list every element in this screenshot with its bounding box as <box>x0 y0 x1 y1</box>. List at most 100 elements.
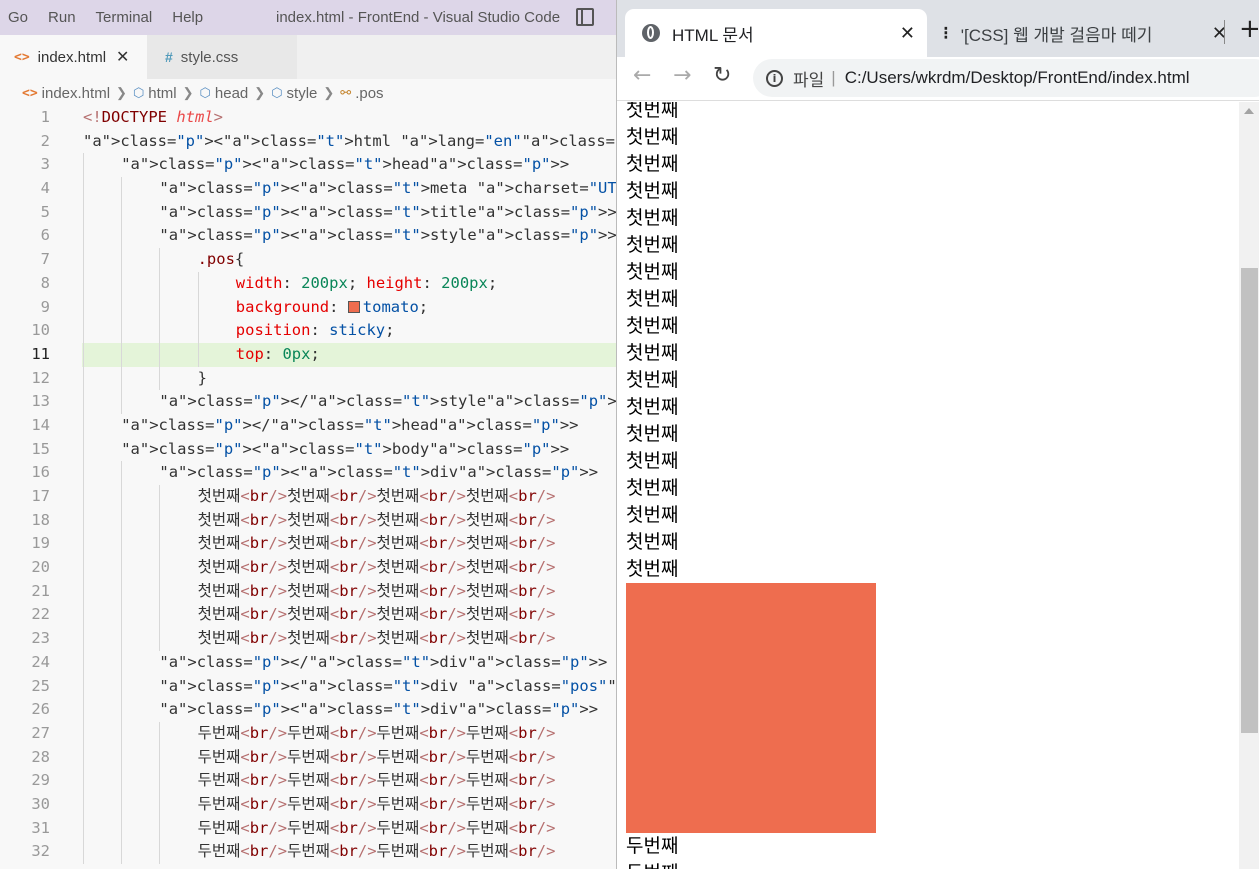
indent-guide <box>121 177 123 201</box>
breadcrumb-item[interactable]: html <box>148 85 176 102</box>
indent-guide <box>159 769 161 793</box>
page-viewport[interactable]: 첫번째 첫번째 첫번째 첫번째 첫번째 첫번째 첫번째 첫번째 첫번째 첫번째 첫번째 첫번째 첫번째 첫… <box>617 102 1259 869</box>
code-line[interactable]: 30 두번째<br/>두번째<br/>두번째<br/>두번째<br/> <box>0 792 616 817</box>
indent-guide <box>159 366 161 391</box>
page-text-line: 첫번째 <box>626 234 679 256</box>
code-line[interactable]: 20 첫번째<br/>첫번째<br/>첫번째<br/>첫번째<br/> <box>0 556 616 580</box>
code-text: "a">class="p"><"a">class="t">html "a">la… <box>83 131 616 150</box>
page-content: 첫번째 첫번째 첫번째 첫번째 첫번째 첫번째 첫번째 첫번째 첫번째 첫번째 첫번째 첫번째 첫번째 첫… <box>626 102 876 869</box>
indent-guide <box>159 319 161 343</box>
scroll-up-arrow-icon[interactable] <box>1244 108 1254 114</box>
indent-guide <box>83 461 84 485</box>
code-line[interactable]: 4 "a">class="p"><"a">class="t">meta "a">c… <box>0 177 616 201</box>
indent-guide <box>121 508 123 533</box>
code-line[interactable]: 7 .pos{ <box>0 248 616 272</box>
code-text: 첫번째<br/>첫번째<br/>첫번째<br/>첫번째<br/> <box>197 629 556 648</box>
browser-tab-active[interactable]: HTML 문서 ✕ <box>625 9 927 57</box>
indent-guide <box>83 532 84 557</box>
indent-guide <box>83 342 84 367</box>
code-line[interactable]: 13 "a">class="p"></"a">class="t">style"a"… <box>0 390 616 414</box>
code-line[interactable]: 8 width: 200px; height: 200px; <box>0 271 616 296</box>
code-line[interactable]: 1 <!DOCTYPE html> <box>0 106 616 130</box>
code-line[interactable]: 16 "a">class="p"><"a">class="t">div"a">cl… <box>0 461 616 485</box>
indent-guide <box>83 579 84 604</box>
code-line[interactable]: 2 "a">class="p"><"a">class="t">html "a">l… <box>0 130 616 154</box>
code-line[interactable]: 3 "a">class="p"><"a">class="t">head"a">cl… <box>0 153 616 178</box>
code-line[interactable]: 12} <box>0 366 616 391</box>
line-number: 22 <box>31 605 50 624</box>
code-text: 두번째<br/>두번째<br/>두번째<br/>두번째<br/> <box>197 818 556 837</box>
line-number: 30 <box>31 794 50 813</box>
vertical-scrollbar[interactable] <box>1239 102 1259 869</box>
code-line[interactable]: 31 두번째<br/>두번째<br/>두번째<br/>두번째<br/> <box>0 816 616 841</box>
tab-divider <box>1224 20 1225 44</box>
code-line[interactable]: 21 첫번째<br/>첫번째<br/>첫번째<br/>첫번째<br/> <box>0 579 616 604</box>
code-line[interactable]: 28 두번째<br/>두번째<br/>두번째<br/>두번째<br/> <box>0 745 616 770</box>
indent-guide <box>83 271 84 296</box>
code-line[interactable]: 9 background: tomato; <box>0 295 616 320</box>
page-text-line: 첫번째 <box>626 288 679 310</box>
indent-guide <box>197 295 199 320</box>
code-text: "a">class="p"><"a">class="t">body"a">cla… <box>121 439 570 458</box>
line-number: 4 <box>40 179 50 198</box>
code-line[interactable]: 10 position: sticky; <box>0 319 616 343</box>
line-number: 2 <box>40 131 50 150</box>
breadcrumb-item[interactable]: style <box>287 85 318 102</box>
menu-help[interactable]: Help <box>164 9 215 26</box>
menu-go[interactable]: Go <box>0 9 40 26</box>
indent-guide <box>121 579 123 604</box>
tab-style-css[interactable]: # style.css <box>147 35 297 79</box>
indent-guide <box>121 461 123 485</box>
page-text-line: 두번째 <box>626 835 679 857</box>
indent-guide <box>121 248 123 272</box>
code-line[interactable]: 22 첫번째<br/>첫번째<br/>첫번째<br/>첫번째<br/> <box>0 603 616 628</box>
indent-guide <box>197 342 199 367</box>
code-line[interactable]: 6 "a">class="p"><"a">class="t">style"a">c… <box>0 224 616 249</box>
code-line[interactable]: 11 top: 0px; <box>0 342 616 367</box>
close-icon[interactable]: ✕ <box>900 23 915 44</box>
breadcrumb: <> index.html ❯ ⬡ html ❯ ⬡ head ❯ ⬡ styl… <box>0 80 616 106</box>
close-icon[interactable]: ✕ <box>116 47 129 67</box>
code-line[interactable]: 26 "a">class="p"><"a">class="t">div"a">cl… <box>0 698 616 722</box>
code-line[interactable]: 29 두번째<br/>두번째<br/>두번째<br/>두번째<br/> <box>0 769 616 793</box>
new-tab-icon[interactable]: + <box>1239 14 1259 44</box>
code-line[interactable]: 23 첫번째<br/>첫번째<br/>첫번째<br/>첫번째<br/> <box>0 627 616 651</box>
breadcrumb-item[interactable]: index.html <box>42 85 110 102</box>
tab-index-html[interactable]: <> index.html ✕ <box>0 35 147 79</box>
code-line[interactable]: 5 "a">class="p"><"a">class="t">title"a">c… <box>0 200 616 225</box>
forward-arrow-icon[interactable]: → <box>673 63 691 88</box>
code-line[interactable]: 25 "a">class="p"><"a">class="t">div "a">c… <box>0 674 616 699</box>
menu-run[interactable]: Run <box>40 9 88 26</box>
indent-guide <box>83 674 84 699</box>
code-line[interactable]: 18 첫번째<br/>첫번째<br/>첫번째<br/>첫번째<br/> <box>0 508 616 533</box>
address-bar[interactable]: i 파일 | C:/Users/wkrdm/Desktop/FrontEnd/i… <box>753 59 1259 97</box>
breadcrumb-item[interactable]: head <box>215 85 248 102</box>
info-icon[interactable]: i <box>766 69 783 87</box>
line-number: 32 <box>31 842 50 861</box>
reload-icon[interactable]: ↻ <box>713 63 731 88</box>
toggle-sidebar-icon[interactable] <box>576 8 594 26</box>
code-editor[interactable]: 1 <!DOCTYPE html> 2 "a">class="p"><"a">clas… <box>0 106 616 864</box>
code-line[interactable]: 15 "a">class="p"><"a">class="t">body"a">c… <box>0 437 616 462</box>
scrollbar-thumb[interactable] <box>1241 268 1258 733</box>
indent-guide <box>159 745 161 770</box>
chevron-right-icon: ❯ <box>323 85 335 100</box>
back-arrow-icon[interactable]: ← <box>633 63 651 88</box>
editor-tab-bar: <> index.html ✕ # style.css <box>0 35 616 79</box>
breadcrumb-item[interactable]: .pos <box>355 85 383 102</box>
page-text-line: 첫번째 <box>626 558 679 580</box>
menu-terminal[interactable]: Terminal <box>88 9 165 26</box>
code-line[interactable]: 24 "a">class="p"></"a">class="t">div"a">c… <box>0 650 616 675</box>
code-line[interactable]: 14 "a">class="p"></"a">class="t">head"a">… <box>0 413 616 438</box>
code-line[interactable]: 17 첫번째<br/>첫번째<br/>첫번째<br/>첫번째<br/> <box>0 485 616 509</box>
code-text: 첫번째<br/>첫번째<br/>첫번째<br/>첫번째<br/> <box>197 581 556 600</box>
code-line[interactable]: 27 두번째<br/>두번째<br/>두번째<br/>두번째<br/> <box>0 721 616 746</box>
line-number: 29 <box>31 771 50 790</box>
browser-tab[interactable]: ⁝ '[CSS] 웹 개발 걸음마 떼기 ✕ <box>929 9 1239 57</box>
code-text: 두번째<br/>두번째<br/>두번째<br/>두번째<br/> <box>197 747 556 766</box>
browser-tab-strip: HTML 문서 ✕ ⁝ '[CSS] 웹 개발 걸음마 떼기 ✕ + <box>617 0 1259 57</box>
code-line[interactable]: 32 두번째<br/>두번째<br/>두번째<br/>두번째<br/> <box>0 840 616 864</box>
code-text: "a">class="p"><"a">class="t">div"a">clas… <box>159 463 599 482</box>
code-line[interactable]: 19 첫번째<br/>첫번째<br/>첫번째<br/>첫번째<br/> <box>0 532 616 557</box>
line-number: 8 <box>40 273 50 292</box>
